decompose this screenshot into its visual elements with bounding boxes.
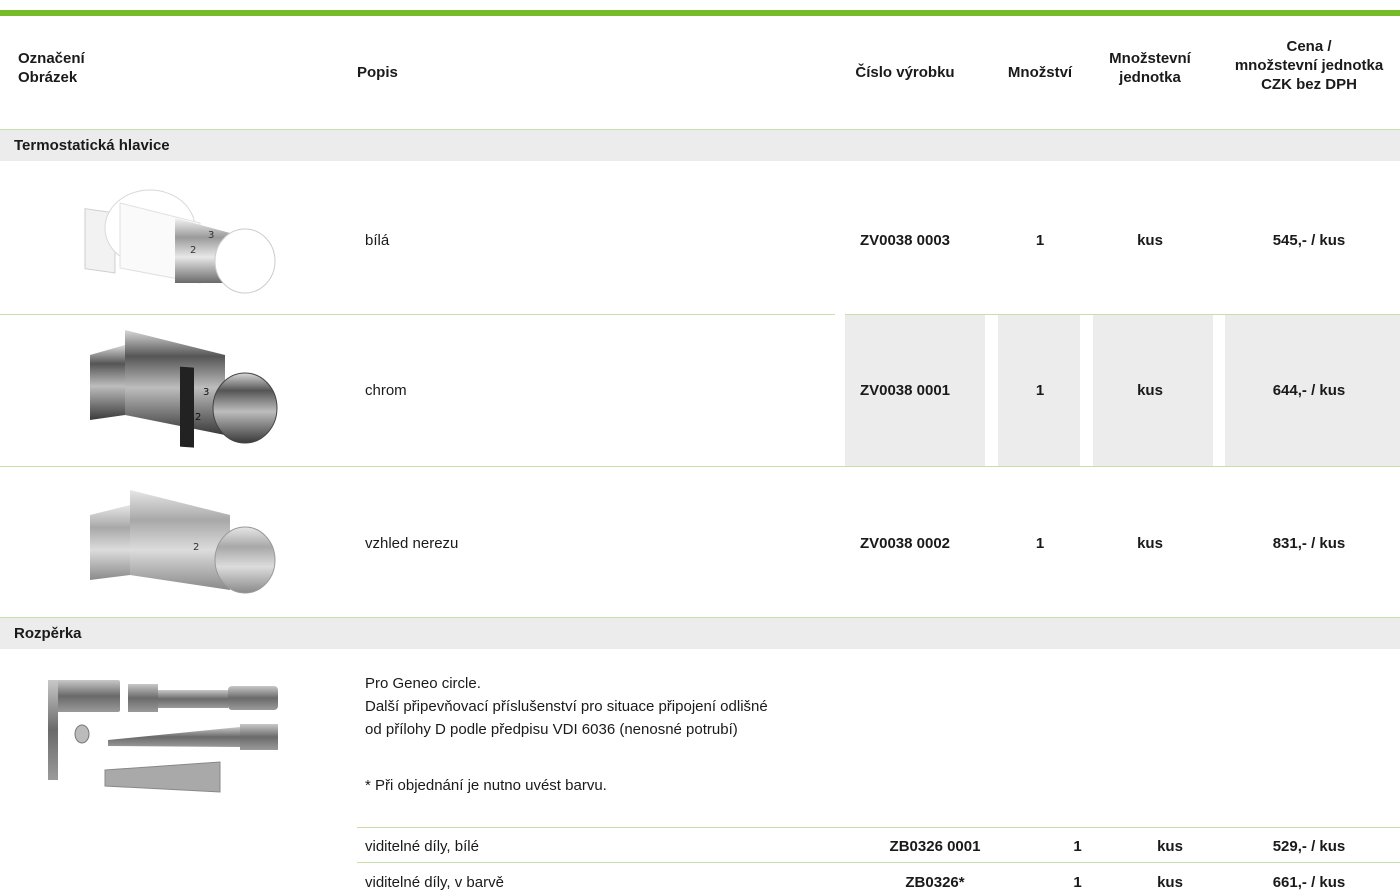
header-oznaceni-line1: Označení <box>18 50 85 67</box>
description-line: od přílohy D podle předpisu VDI 6036 (ne… <box>365 721 738 738</box>
header-oznaceni: Označení Obrázek <box>18 49 85 87</box>
row-price: 644,- / kus <box>1272 382 1346 399</box>
row-unit: kus <box>1137 535 1163 552</box>
header-popis: Popis <box>357 64 398 81</box>
section-title: Termostatická hlavice <box>14 137 170 154</box>
product-image-steel-thermostat: 2 <box>85 480 285 600</box>
row-quantity: 1 <box>1035 382 1045 399</box>
product-image-white-thermostat: 2 3 <box>80 183 280 298</box>
svg-text:2: 2 <box>193 542 199 553</box>
row-product-code: ZV0038 0002 <box>859 535 951 552</box>
header-cena-line1: Cena / <box>1286 38 1332 55</box>
row-product-code: ZV0038 0003 <box>859 232 951 249</box>
description-line: Další připevňovací příslušenství pro sit… <box>365 698 768 715</box>
row-desc: bílá <box>365 232 390 249</box>
spacer-description: Pro Geneo circle. Další připevňovací pří… <box>365 672 768 741</box>
product-image-spacer-kit <box>40 672 285 797</box>
row-quantity: 1 <box>1035 535 1045 552</box>
row-desc: viditelné díly, v barvě <box>365 874 504 891</box>
header-oznaceni-line2: Obrázek <box>18 69 78 86</box>
row-divider <box>357 862 1400 863</box>
header-jednotka: Množstevní jednotka <box>1090 49 1210 87</box>
row-product-code: ZV0038 0001 <box>859 382 951 399</box>
row-unit: kus <box>1157 838 1183 855</box>
row-product-code: ZB0326 0001 <box>889 838 981 855</box>
row-divider <box>845 314 1400 315</box>
row-unit: kus <box>1157 874 1183 891</box>
row-price: 831,- / kus <box>1272 535 1346 552</box>
header-jednotka-line2: jednotka <box>1119 69 1181 86</box>
row-product-code: ZB0326* <box>905 874 965 891</box>
top-accent-bar <box>0 10 1400 16</box>
description-line: Pro Geneo circle. <box>365 675 481 692</box>
row-quantity: 1 <box>1035 232 1045 249</box>
row-quantity: 1 <box>1073 874 1082 891</box>
row-desc: chrom <box>365 382 407 399</box>
row-price: 529,- / kus <box>1272 838 1346 855</box>
svg-text:2: 2 <box>195 412 201 423</box>
section-header: Termostatická hlavice <box>0 129 1400 161</box>
header-cislo: Číslo výrobku <box>855 64 955 81</box>
row-desc: viditelné díly, bílé <box>365 838 479 855</box>
row-quantity: 1 <box>1073 838 1082 855</box>
header-jednotka-line1: Množstevní <box>1109 50 1191 67</box>
row-divider <box>0 314 835 315</box>
product-image-chrome-thermostat: 3 2 <box>85 320 285 450</box>
header-mnozstvi: Množství <box>1007 64 1073 81</box>
row-price: 661,- / kus <box>1272 874 1346 891</box>
svg-text:2: 2 <box>190 245 196 256</box>
row-divider <box>0 466 1400 467</box>
header-cena: Cena / množstevní jednotka CZK bez DPH <box>1218 37 1400 94</box>
color-note: * Při objednání je nutno uvést barvu. <box>365 777 607 794</box>
row-price: 545,- / kus <box>1272 232 1346 249</box>
section-header: Rozpěrka <box>0 617 1400 649</box>
svg-text:3: 3 <box>203 387 209 398</box>
header-cena-line3: CZK bez DPH <box>1261 76 1357 93</box>
section-title: Rozpěrka <box>14 625 82 642</box>
header-cena-line2: množstevní jednotka <box>1234 57 1384 74</box>
row-divider <box>357 827 1400 828</box>
row-unit: kus <box>1137 232 1163 249</box>
svg-text:3: 3 <box>208 230 214 241</box>
row-unit: kus <box>1137 382 1163 399</box>
row-desc: vzhled nerezu <box>365 535 459 552</box>
